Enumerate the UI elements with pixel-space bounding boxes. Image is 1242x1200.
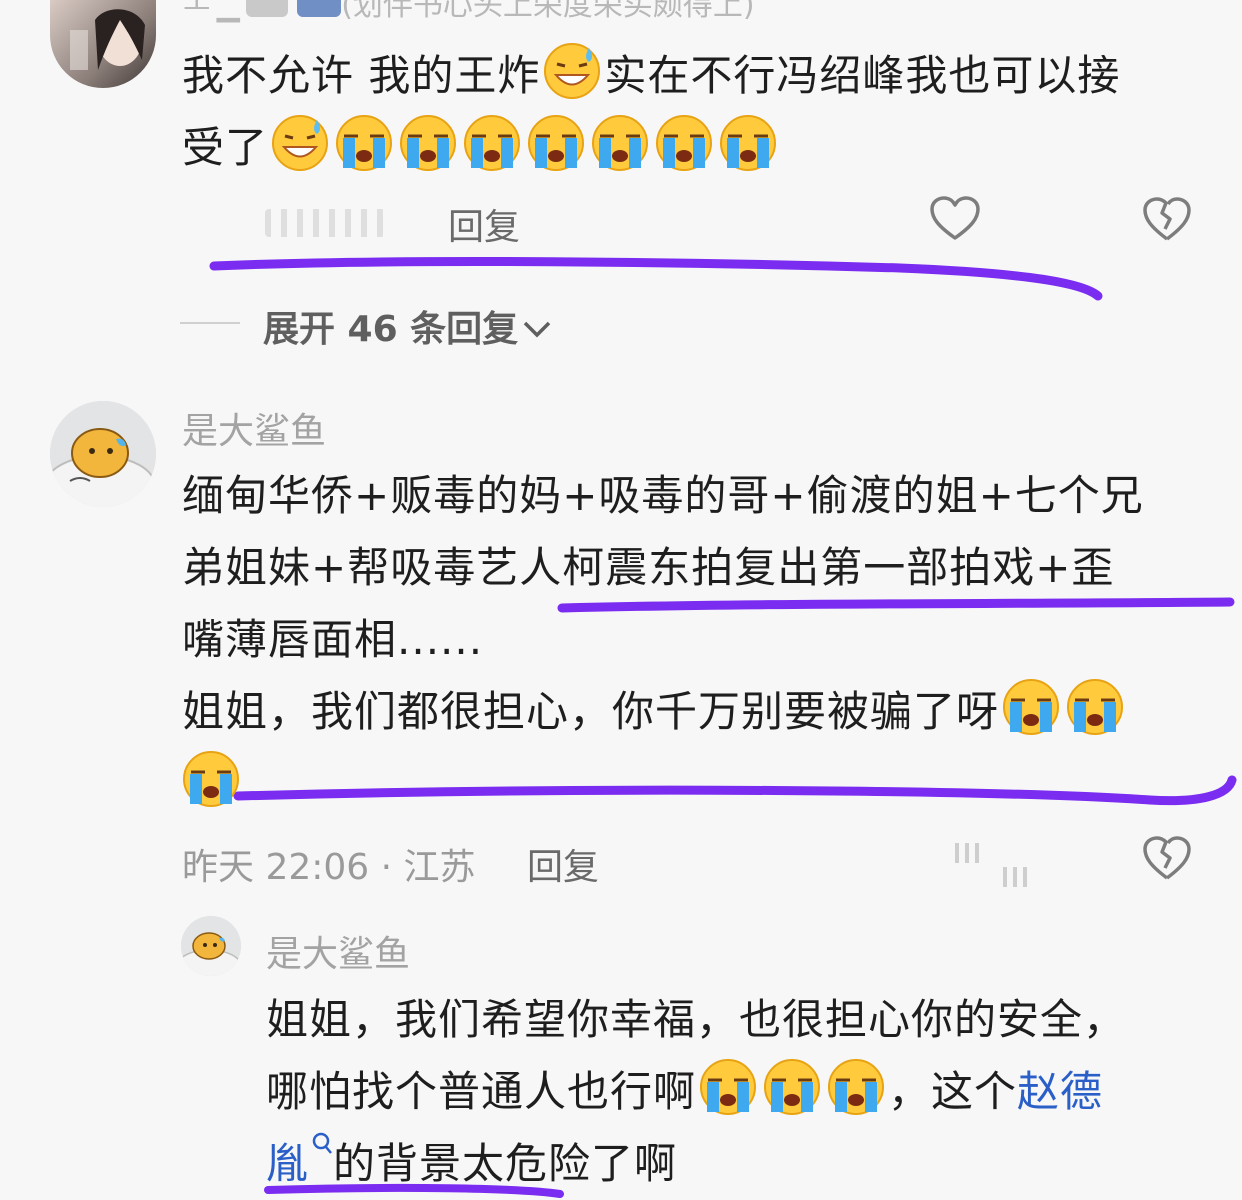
crying-emoji-icon [399,114,457,172]
divider [180,322,240,324]
crying-emoji-icon [699,1058,757,1116]
reply-button[interactable]: 回复 [527,838,599,890]
comment-text-line: 弟姐妹+帮吸毒艺人柯震东拍复出第一部拍戏+歪 [182,543,1115,592]
comment-text: 我不允许 我的王炸 [182,51,541,100]
comment-body: 缅甸华侨+贩毒的妈+吸毒的哥+偷渡的姐+七个兄 弟姐妹+帮吸毒艺人柯震东拍复出第… [182,460,1222,820]
expand-replies-button[interactable]: 展开 46 条回复 [263,300,552,352]
crying-emoji-icon [1066,678,1124,736]
chevron-down-icon [522,319,552,339]
comment-header-partial: ㅗ▁ (划伴书心头上荣度荣买颇得上) [183,0,755,24]
avatar-cartoon-icon [50,401,156,507]
reply-button[interactable]: 回复 [448,198,520,250]
comment-text-line: 姐姐，我们都很担心，你千万别要被骗了呀 [182,687,1000,736]
crying-emoji-icon [335,114,393,172]
dislike-broken-heart-icon[interactable] [1143,836,1191,882]
avatar[interactable] [181,916,241,976]
crying-emoji-icon [719,114,777,172]
crying-emoji-icon [655,114,713,172]
annotation-underline-1 [209,257,1103,301]
grinning-sweat-emoji-icon [271,114,329,172]
crying-emoji-icon [182,750,240,808]
crying-emoji-icon [591,114,649,172]
grinning-sweat-emoji-icon [543,42,601,100]
search-icon [311,1132,333,1156]
search-link[interactable]: 赵德 [1017,1067,1103,1116]
crying-emoji-icon [827,1058,885,1116]
dislike-broken-heart-icon[interactable] [1143,197,1191,243]
crying-emoji-icon [1002,678,1060,736]
search-link[interactable]: 胤 [266,1132,333,1188]
comment-text-line: 嘴薄唇面相...... [182,615,484,664]
crying-emoji-icon [527,114,585,172]
username[interactable]: 是大鲨鱼 [182,402,326,454]
crying-emoji-icon [763,1058,821,1116]
crying-emoji-icon [463,114,521,172]
avatar-cartoon-icon [181,916,241,976]
avatar[interactable] [50,401,156,507]
like-heart-icon[interactable] [930,196,980,242]
reply-text-line: 姐姐，我们希望你幸福，也很担心你的安全， [266,995,1127,1044]
reply-body: 姐姐，我们希望你幸福，也很担心你的安全， 哪怕找个普通人也行啊 ，这个赵德 胤的背… [266,984,1226,1200]
username[interactable]: 是大鲨鱼 [266,925,410,977]
comment-body: 我不允许 我的王炸 实在不行冯绍峰我也可以接 受了 [182,40,1202,184]
comment-text-line: 缅甸华侨+贩毒的妈+吸毒的哥+偷渡的姐+七个兄 [182,471,1144,520]
blurred-timestamp [265,205,385,239]
expand-replies-label: 展开 46 条回复 [263,309,519,350]
timestamp-location: 昨天 22:06 · 江苏 [182,847,476,888]
blurred-like-count [955,843,1065,887]
